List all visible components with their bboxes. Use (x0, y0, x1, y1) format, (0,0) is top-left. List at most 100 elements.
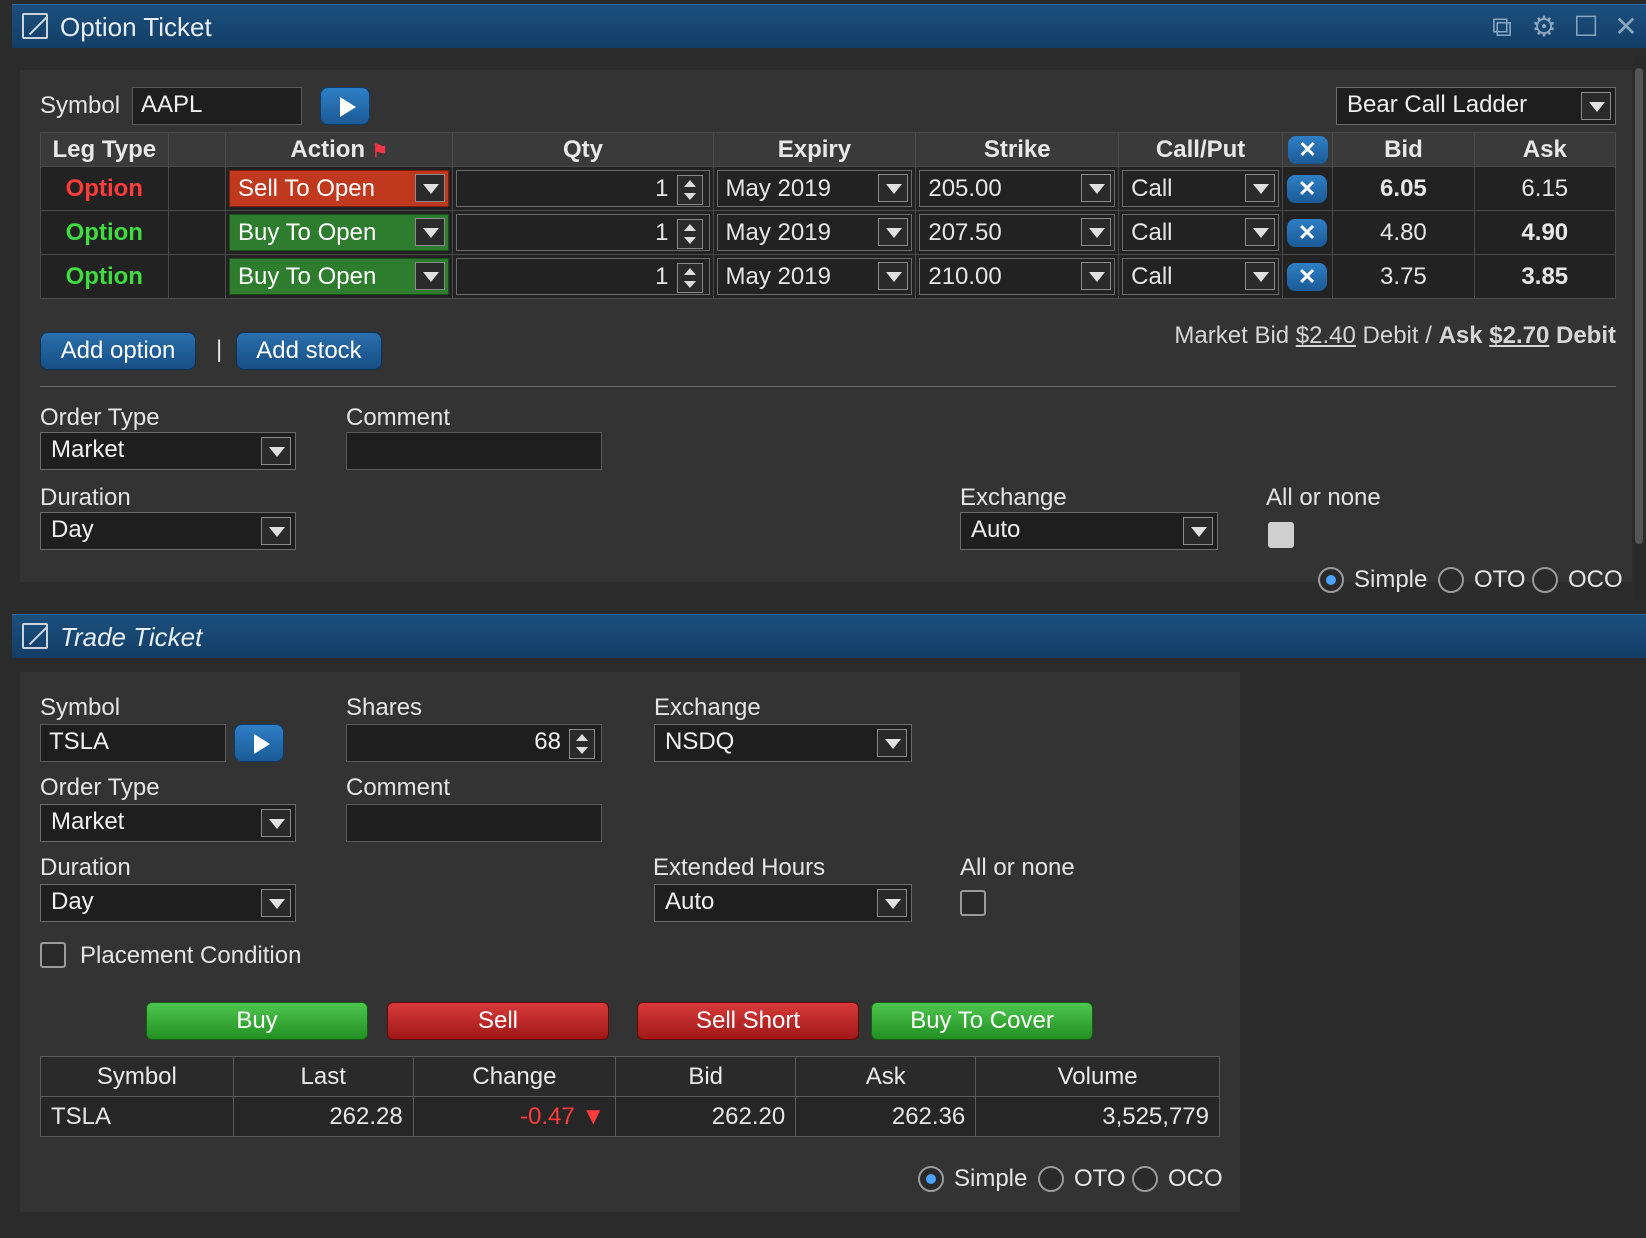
col-qty: Qty (452, 132, 714, 167)
extended-hours-select[interactable]: Auto (654, 884, 912, 922)
duration-select[interactable]: Day (40, 884, 296, 922)
radio-oto[interactable] (1038, 1166, 1064, 1192)
strategy-value: Bear Call Ladder (1347, 91, 1528, 118)
remove-leg-icon[interactable]: ✕ (1287, 262, 1328, 291)
scrollbar[interactable] (1634, 54, 1644, 600)
symbol-input[interactable]: TSLA (40, 724, 226, 762)
leg-callput-select[interactable]: Call (1122, 170, 1280, 207)
gear-icon[interactable]: ⚙ (1528, 11, 1560, 43)
market-bid-value: $2.40 (1295, 322, 1356, 349)
leg-qty-input[interactable]: 1 (456, 214, 710, 251)
comment-input[interactable] (346, 804, 602, 842)
chevron-down-icon[interactable] (877, 889, 907, 917)
quote-col-symbol: Symbol (40, 1056, 234, 1097)
trade-ticket-titlebar: Trade Ticket (12, 614, 1646, 658)
leg-strike-select[interactable]: 207.50 (919, 214, 1116, 251)
leg-action-cell: Sell To Open (224, 166, 454, 211)
chevron-down-icon[interactable] (261, 809, 291, 837)
chevron-down-icon[interactable] (261, 437, 291, 465)
chevron-down-icon[interactable] (415, 262, 446, 290)
all-or-none-checkbox[interactable] (960, 890, 986, 916)
chevron-down-icon[interactable] (878, 174, 909, 202)
quote-bid: 262.20 (615, 1096, 797, 1137)
maximize-icon[interactable]: ☐ (1570, 11, 1602, 43)
quote-table: Symbol Last Change Bid Ask Volume TSLA 2… (40, 1056, 1220, 1137)
strategy-select[interactable]: Bear Call Ladder (1336, 87, 1616, 125)
chevron-down-icon[interactable] (261, 517, 291, 545)
chevron-down-icon[interactable] (878, 218, 909, 246)
shares-stepper[interactable]: 68 (346, 724, 602, 762)
leg-ask: 4.90 (1473, 210, 1617, 255)
order-type-select[interactable]: Market (40, 432, 296, 470)
radio-oto[interactable] (1438, 567, 1464, 593)
chevron-down-icon[interactable] (1581, 92, 1611, 120)
remove-leg-icon[interactable]: ✕ (1287, 218, 1328, 247)
leg-callput-select[interactable]: Call (1122, 258, 1280, 295)
radio-oco[interactable] (1132, 1166, 1158, 1192)
add-stock-button[interactable]: Add stock (236, 332, 382, 370)
radio-simple[interactable] (918, 1166, 944, 1192)
comment-label: Comment (346, 774, 451, 801)
chevron-down-icon[interactable] (415, 174, 446, 202)
chevron-down-icon[interactable] (878, 262, 909, 290)
chevron-down-icon[interactable] (1081, 262, 1112, 290)
placement-condition-checkbox[interactable] (40, 942, 66, 968)
leg-expiry-select[interactable]: May 2019 (716, 258, 913, 295)
remove-leg-icon[interactable]: ✕ (1287, 174, 1328, 203)
radio-simple[interactable] (1318, 567, 1344, 593)
chevron-down-icon[interactable] (1245, 262, 1276, 290)
stepper-icon[interactable] (676, 219, 703, 249)
leg-action-select[interactable]: Buy To Open (228, 258, 450, 295)
exchange-select[interactable]: NSDQ (654, 724, 912, 762)
chevron-down-icon[interactable] (415, 218, 446, 246)
sell-short-button[interactable]: Sell Short (637, 1002, 859, 1040)
chevron-down-icon[interactable] (1081, 218, 1112, 246)
leg-callput-select[interactable]: Call (1122, 214, 1280, 251)
all-or-none-checkbox[interactable] (1268, 522, 1294, 548)
chevron-down-icon[interactable] (1245, 174, 1276, 202)
close-icon[interactable]: ✕ (1610, 11, 1642, 43)
quote-volume: 3,525,779 (975, 1096, 1220, 1137)
stepper-icon[interactable] (569, 729, 595, 759)
radio-simple-label: Simple (1354, 566, 1428, 593)
duration-label: Duration (40, 854, 131, 881)
order-type-select[interactable]: Market (40, 804, 296, 842)
legs-table: Leg Type Action ⚑ Qty Expiry Strike Call… (40, 132, 1617, 299)
leg-expiry-select[interactable]: May 2019 (716, 214, 913, 251)
leg-action-select[interactable]: Sell To Open (228, 170, 450, 207)
chevron-down-icon[interactable] (261, 889, 291, 917)
exchange-select[interactable]: Auto (960, 512, 1218, 550)
quote-change: -0.47 ▼ (412, 1096, 617, 1137)
symbol-input[interactable]: AAPL (132, 87, 302, 125)
popout-icon[interactable]: ⧉ (1486, 11, 1518, 43)
sell-button[interactable]: Sell (387, 1002, 609, 1040)
comment-input[interactable] (346, 432, 602, 470)
chevron-down-icon[interactable] (1081, 174, 1112, 202)
leg-strike-select[interactable]: 210.00 (919, 258, 1116, 295)
remove-all-icon[interactable]: ✕ (1287, 135, 1328, 164)
leg-qty-input[interactable]: 1 (456, 170, 710, 207)
duration-select[interactable]: Day (40, 512, 296, 550)
add-option-button[interactable]: Add option (40, 332, 196, 370)
stepper-icon[interactable] (676, 175, 703, 205)
scrollbar-thumb[interactable] (1635, 68, 1643, 544)
symbol-go-button[interactable] (234, 724, 284, 762)
stepper-icon[interactable] (676, 263, 703, 293)
col-expiry: Expiry (712, 132, 917, 167)
leg-qty-input[interactable]: 1 (456, 258, 710, 295)
leg-strike-select[interactable]: 205.00 (919, 170, 1116, 207)
chevron-down-icon[interactable] (1245, 218, 1276, 246)
leg-expiry-select[interactable]: May 2019 (716, 170, 913, 207)
buy-button[interactable]: Buy (146, 1002, 368, 1040)
comment-label: Comment (346, 404, 451, 431)
chevron-down-icon[interactable] (1183, 517, 1213, 545)
symbol-go-button[interactable] (320, 87, 370, 125)
quote-col-last: Last (232, 1056, 414, 1097)
button-separator: | (216, 336, 223, 363)
radio-oco[interactable] (1532, 567, 1558, 593)
buy-to-cover-button[interactable]: Buy To Cover (871, 1002, 1093, 1040)
duration-label: Duration (40, 484, 131, 511)
chevron-down-icon[interactable] (877, 729, 907, 757)
leg-action-select[interactable]: Buy To Open (228, 214, 450, 251)
shares-label: Shares (346, 694, 423, 721)
